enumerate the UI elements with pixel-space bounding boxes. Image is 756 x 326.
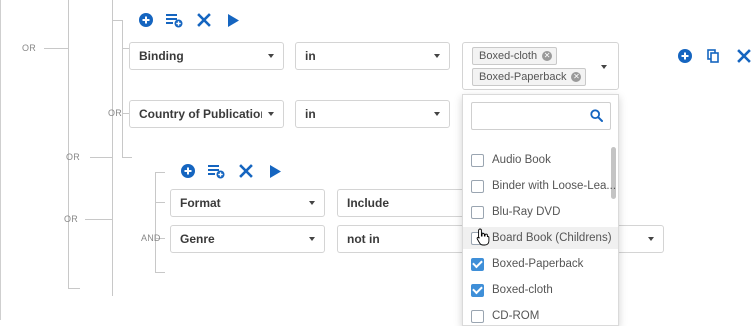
operator-select[interactable]: in xyxy=(295,100,450,128)
checkbox[interactable] xyxy=(471,179,484,193)
search-icon xyxy=(590,109,603,125)
play-icon[interactable] xyxy=(267,162,283,180)
close-icon[interactable] xyxy=(237,162,255,180)
checkbox-checked[interactable] xyxy=(471,257,484,271)
dropdown-option[interactable]: Boxed-cloth xyxy=(463,279,611,301)
add-condition-icon[interactable] xyxy=(180,163,196,179)
value-dropdown: Audio Book Binder with Loose-Lea... Blu-… xyxy=(462,94,619,326)
operator-select[interactable]: Include xyxy=(337,189,463,217)
chip-label: Boxed-Paperback xyxy=(479,71,567,83)
play-icon[interactable] xyxy=(225,11,241,29)
remove-chip-icon[interactable]: ✕ xyxy=(571,72,582,82)
chevron-down-icon xyxy=(309,201,315,205)
or-label: OR xyxy=(22,43,36,53)
dropdown-option[interactable]: Boxed-Paperback xyxy=(463,253,611,275)
chevron-down-icon xyxy=(601,65,607,69)
operator-select-value: in xyxy=(305,107,316,121)
operator-select[interactable]: in xyxy=(295,42,450,70)
tree-line xyxy=(155,272,165,273)
dropdown-option[interactable]: Binder with Loose-Lea... xyxy=(463,175,616,197)
option-label: Binder with Loose-Lea... xyxy=(492,180,617,192)
field-select-binding[interactable]: Binding xyxy=(129,42,284,70)
chevron-down-icon xyxy=(309,237,315,241)
dropdown-option[interactable]: CD-ROM xyxy=(463,305,611,325)
remove-chip-icon[interactable]: ✕ xyxy=(542,51,553,61)
add-group-icon[interactable] xyxy=(164,11,184,29)
dropdown-search-input[interactable] xyxy=(476,104,586,128)
tree-line xyxy=(90,157,112,158)
or-label: OR xyxy=(66,152,80,162)
option-label: Audio Book xyxy=(492,154,551,166)
tree-line xyxy=(44,48,68,49)
close-icon[interactable] xyxy=(195,11,213,29)
tree-line xyxy=(85,219,112,220)
field-select-value: Genre xyxy=(180,232,215,246)
option-label: CD-ROM xyxy=(492,310,540,322)
field-select-format[interactable]: Format xyxy=(170,189,325,217)
selected-chip-boxed-paperback[interactable]: Boxed-Paperback ✕ xyxy=(472,68,587,86)
operator-select-value: not in xyxy=(347,232,380,246)
page-left-border xyxy=(0,0,1,320)
add-row-icon[interactable] xyxy=(677,48,693,64)
dropdown-option[interactable]: Blu-Ray DVD xyxy=(463,201,611,223)
tree-line xyxy=(155,202,165,203)
tree-line xyxy=(68,288,80,289)
add-group-icon[interactable] xyxy=(206,162,226,180)
tree-line xyxy=(155,172,165,173)
tree-line xyxy=(68,0,69,288)
hand-cursor-icon xyxy=(476,228,490,249)
copy-icon[interactable] xyxy=(705,47,721,65)
add-condition-icon[interactable] xyxy=(138,12,154,28)
chevron-down-icon xyxy=(434,112,440,116)
field-select-genre[interactable]: Genre xyxy=(170,225,325,253)
checkbox[interactable] xyxy=(471,153,484,167)
value-multiselect[interactable]: Boxed-cloth ✕ Boxed-Paperback ✕ xyxy=(462,42,619,90)
operator-select-value: in xyxy=(305,49,316,63)
chevron-down-icon xyxy=(434,54,440,58)
tree-line xyxy=(122,157,132,158)
selected-chip-boxed-cloth[interactable]: Boxed-cloth ✕ xyxy=(472,47,558,65)
tree-line xyxy=(112,20,122,21)
field-select-value: Format xyxy=(180,196,221,210)
field-select-value: Binding xyxy=(139,49,184,63)
and-label: AND xyxy=(141,233,161,243)
or-label: OR xyxy=(108,108,122,118)
chevron-down-icon xyxy=(268,54,274,58)
chip-label: Boxed-cloth xyxy=(479,50,538,62)
dropdown-search[interactable] xyxy=(471,102,611,130)
value-select[interactable] xyxy=(618,225,664,253)
chevron-down-icon xyxy=(648,237,654,241)
chevron-down-icon xyxy=(268,112,274,116)
remove-row-icon[interactable] xyxy=(735,47,753,65)
option-label: Blu-Ray DVD xyxy=(492,206,561,218)
field-select-value: Country of Publication xyxy=(139,107,262,121)
tree-line xyxy=(112,0,113,296)
checkbox-checked[interactable] xyxy=(471,283,484,297)
option-label: Board Book (Childrens) xyxy=(492,232,612,244)
operator-select[interactable]: not in xyxy=(337,225,463,253)
or-label: OR xyxy=(64,214,78,224)
field-select-country[interactable]: Country of Publication xyxy=(129,100,284,128)
checkbox[interactable] xyxy=(471,309,484,323)
checkbox[interactable] xyxy=(471,205,484,219)
dropdown-option[interactable]: Audio Book xyxy=(463,149,611,171)
tree-line xyxy=(155,172,156,272)
option-label: Boxed-cloth xyxy=(492,284,553,296)
operator-select-value: Include xyxy=(347,196,390,210)
tree-line xyxy=(122,20,123,157)
option-label: Boxed-Paperback xyxy=(492,258,584,270)
